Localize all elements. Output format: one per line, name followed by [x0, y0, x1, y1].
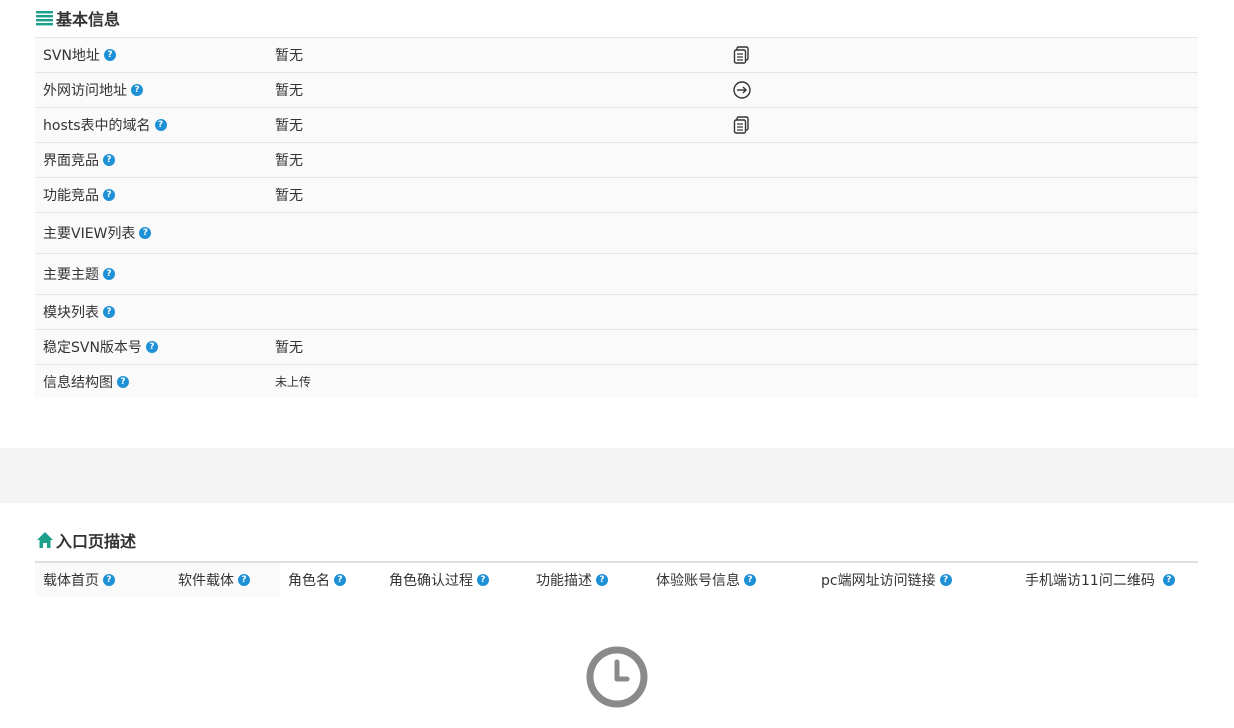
- info-row-feature-competitor: 功能竞品? 暂无: [35, 178, 1198, 213]
- help-icon[interactable]: ?: [103, 189, 115, 201]
- entry-table-header: 载体首页? 软件载体? 角色名? 角色确认过程? 功能描述? 体验账号信息? p…: [35, 561, 1198, 597]
- row-label: hosts表中的域名: [43, 118, 151, 134]
- clock-icon: [586, 646, 648, 708]
- col-header: 载体首页?: [43, 563, 115, 597]
- help-icon[interactable]: ?: [139, 227, 152, 239]
- col-header: 软件载体?: [178, 563, 250, 597]
- help-icon[interactable]: ?: [596, 574, 608, 586]
- help-icon[interactable]: ?: [103, 574, 115, 586]
- section-title-text: 入口页描述: [56, 532, 137, 551]
- help-icon[interactable]: ?: [334, 574, 346, 586]
- info-row-external-url: 外网访问地址? 暂无: [35, 73, 1198, 108]
- col-header: pc端网址访问链接?: [821, 563, 952, 597]
- row-label: 信息结构图: [43, 374, 113, 391]
- section-title-basic-info: 基本信息: [36, 6, 120, 30]
- row-label: 主要主题: [43, 267, 99, 283]
- info-row-ui-competitor: 界面竞品? 暂无: [35, 143, 1198, 178]
- row-value: 暂无: [275, 188, 303, 204]
- list-icon: [36, 9, 54, 27]
- help-icon[interactable]: ?: [1162, 574, 1175, 586]
- row-label: 稳定SVN版本号: [43, 340, 142, 356]
- info-row-main-views: 主要VIEW列表?: [35, 213, 1198, 254]
- row-value: 暂无: [275, 83, 303, 99]
- info-row-main-themes: 主要主题?: [35, 254, 1198, 295]
- help-icon[interactable]: ?: [103, 268, 115, 280]
- info-row-module-list: 模块列表?: [35, 295, 1198, 330]
- row-value: 暂无: [275, 48, 303, 64]
- row-value: 暂无: [275, 340, 303, 356]
- help-icon[interactable]: ?: [154, 119, 167, 131]
- row-value: 暂无: [275, 118, 303, 134]
- copy-icon[interactable]: [732, 108, 752, 142]
- section-title-entry-desc: 入口页描述: [36, 528, 136, 552]
- help-icon[interactable]: ?: [238, 574, 250, 586]
- row-value: 未上传: [275, 375, 312, 389]
- row-label: 界面竞品: [43, 153, 99, 169]
- info-row-svn: SVN地址? 暂无: [35, 38, 1198, 73]
- help-icon[interactable]: ?: [103, 154, 115, 166]
- section-title-text: 基本信息: [56, 10, 121, 29]
- row-label: 主要VIEW列表: [43, 226, 136, 242]
- row-label: 功能竞品: [43, 188, 99, 204]
- help-icon[interactable]: ?: [939, 574, 952, 586]
- col-header: 功能描述?: [536, 563, 608, 597]
- info-row-info-structure: 信息结构图? 未上传: [35, 365, 1198, 398]
- info-row-hosts-domain: hosts表中的域名? 暂无: [35, 108, 1198, 143]
- row-label: SVN地址: [43, 48, 100, 64]
- help-icon[interactable]: ?: [117, 375, 129, 388]
- info-row-stable-svn: 稳定SVN版本号? 暂无: [35, 330, 1198, 365]
- help-icon[interactable]: ?: [131, 84, 143, 96]
- home-icon: [36, 531, 54, 549]
- col-header: 手机端访11问二维码?: [1025, 563, 1175, 597]
- help-icon[interactable]: ?: [103, 49, 116, 61]
- basic-info-table: SVN地址? 暂无 外网访问地址? 暂无 hosts表中的域名? 暂无 界面竞品…: [35, 37, 1198, 398]
- help-icon[interactable]: ?: [744, 574, 756, 586]
- col-header: 角色确认过程?: [389, 563, 489, 597]
- help-icon[interactable]: ?: [145, 341, 158, 353]
- copy-icon[interactable]: [732, 38, 752, 72]
- arrow-circle-icon[interactable]: [732, 73, 752, 107]
- col-header: 体验账号信息?: [656, 563, 756, 597]
- help-icon[interactable]: ?: [477, 574, 489, 586]
- help-icon[interactable]: ?: [103, 306, 115, 318]
- row-label: 模块列表: [43, 305, 99, 321]
- col-header: 角色名?: [288, 563, 346, 597]
- section-divider: [0, 448, 1234, 503]
- row-label: 外网访问地址: [43, 83, 127, 99]
- row-value: 暂无: [275, 153, 303, 169]
